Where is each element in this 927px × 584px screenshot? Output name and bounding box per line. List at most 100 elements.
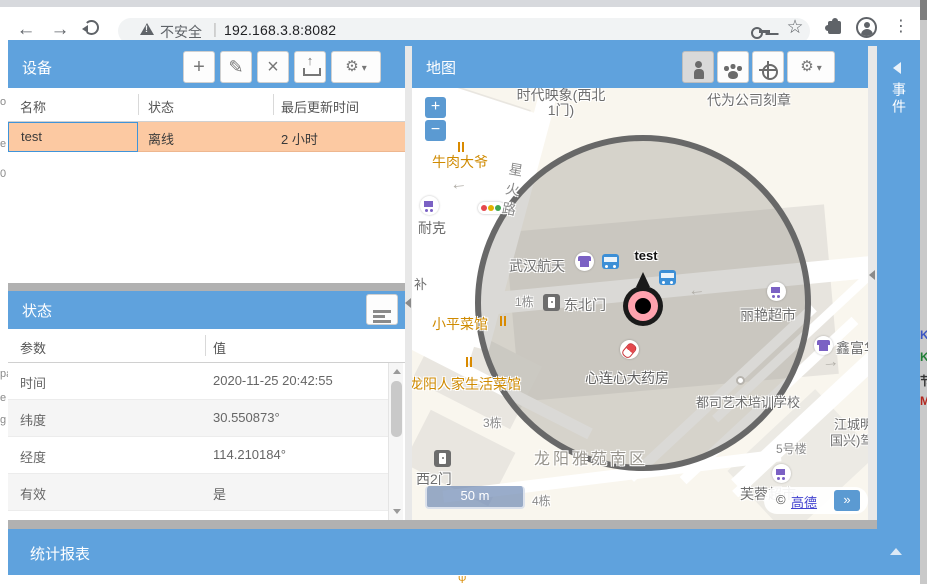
profile-avatar-icon[interactable] (856, 17, 877, 38)
status-value: 2020-11-25 20:42:55 (213, 373, 333, 388)
expand-reports-icon[interactable] (890, 548, 902, 555)
password-key-icon[interactable] (751, 21, 771, 41)
bottom-screen-edge: Ψ (0, 575, 920, 584)
zoom-in-button[interactable]: + (425, 97, 446, 118)
status-param: 有效 (20, 484, 46, 503)
poi-label: 1栋 (515, 293, 534, 310)
poi-label: 龙阳雅苑南区 (534, 445, 648, 469)
scrollbar-thumb[interactable] (391, 381, 402, 437)
extensions-icon[interactable] (828, 21, 841, 34)
devices-panel-title: 设备 (22, 57, 52, 78)
poi-label: 4栋 (532, 492, 551, 509)
map-settings-button[interactable]: ⚙▾ (787, 51, 835, 83)
edge-fragment: pa (0, 368, 8, 380)
column-divider[interactable] (138, 94, 139, 115)
status-panel: 状态 参数 值 时间 2020-11-25 20:42:55 纬度 30.550… (8, 291, 405, 520)
edge-fragment: 节 (920, 372, 927, 389)
device-row[interactable]: test 离线 2 小时 (8, 122, 405, 152)
browser-tab-strip (0, 0, 927, 7)
panel-splitter[interactable] (868, 46, 877, 520)
poi-label: 龙阳人家生活菜馆 (412, 374, 521, 394)
zoom-out-button[interactable]: − (425, 120, 446, 141)
map-panel: 地图 ⚙▾ ← ← → (412, 46, 868, 520)
right-screen-edge: K K 节 M (920, 0, 927, 584)
collapse-left-icon[interactable] (869, 270, 875, 280)
status-panel-header: 状态 (8, 291, 405, 329)
devices-column-headers: 名称 状态 最后更新时间 (8, 88, 405, 122)
status-param: 经度 (20, 447, 46, 466)
follow-devices-button[interactable] (717, 51, 749, 83)
amap-attribution-link[interactable]: 高德 (791, 492, 817, 511)
poi-label: 丽艳超市 (740, 305, 796, 325)
column-header-param[interactable]: 参数 (20, 338, 46, 357)
collapse-left-icon[interactable] (405, 298, 411, 308)
not-secure-label[interactable]: 不安全 (160, 22, 202, 42)
device-lastupdate-cell[interactable]: 2 小时 (281, 129, 318, 148)
address-separator: | (213, 21, 217, 38)
device-marker-label[interactable]: test (621, 248, 671, 263)
poi-label: 5号楼 (776, 440, 807, 457)
scrollbar-fragment (920, 0, 927, 20)
status-row: 精度 0.10 千米 (8, 511, 388, 520)
status-value: 是 (213, 484, 226, 503)
column-header-status[interactable]: 状态 (148, 97, 174, 116)
edge-fragment: o (0, 96, 8, 108)
bookmark-star-icon[interactable]: ☆ (783, 16, 807, 39)
poi-label: 都司艺术培训学校 (696, 392, 800, 411)
status-list-button[interactable] (366, 294, 398, 325)
dropdown-caret-icon: ▾ (362, 63, 367, 74)
shop-cart-icon (772, 464, 791, 483)
device-name-cell[interactable]: test (8, 122, 138, 152)
scroll-up-icon[interactable] (393, 369, 401, 374)
poi-label: 补 (414, 274, 427, 293)
gate-icon (543, 294, 560, 311)
attribution-expand-button[interactable]: » (834, 490, 860, 511)
status-scrollbar[interactable] (388, 363, 403, 520)
paw-icon (724, 64, 742, 80)
map-state-button[interactable] (682, 51, 714, 83)
school-dot-icon (736, 376, 745, 385)
column-header-lastupdate[interactable]: 最后更新时间 (281, 97, 359, 116)
poi-label: 牛肉大爷 (432, 152, 488, 172)
gate-icon (434, 450, 451, 467)
map-panel-title: 地图 (426, 57, 456, 78)
devices-settings-button[interactable]: ⚙▾ (331, 51, 381, 83)
road-arrow-icon: ← (687, 279, 706, 301)
status-panel-title: 状态 (22, 300, 52, 321)
add-device-button[interactable]: + (183, 51, 215, 83)
edge-fragment: e (0, 392, 8, 404)
url-text[interactable]: 192.168.3.8:8082 (224, 22, 336, 38)
reports-bar[interactable]: 统计报表 (8, 529, 920, 575)
edit-device-button[interactable]: ✎ (220, 51, 252, 83)
locate-button[interactable] (752, 51, 784, 83)
events-panel-collapsed[interactable]: 事件 (877, 46, 920, 529)
column-header-value[interactable]: 值 (213, 338, 226, 357)
events-panel-title[interactable]: 事件 (889, 82, 909, 116)
crosshair-icon (759, 61, 777, 79)
poi-label: 代为公司刻章 (707, 90, 791, 110)
status-row: 经度 114.210184° (8, 437, 388, 474)
shop-cart-icon (767, 282, 786, 301)
device-marker[interactable] (623, 286, 663, 326)
column-header-name[interactable]: 名称 (20, 97, 46, 116)
upload-device-button[interactable] (294, 51, 326, 83)
expand-events-icon[interactable] (893, 62, 901, 74)
map-canvas[interactable]: ← ← → 时代映象(西北1门) 代为公司刻章 牛肉大爷 星火路 耐克 武汉航天… (412, 88, 868, 520)
map-fragment-icon: Ψ (458, 575, 466, 584)
status-param: 时间 (20, 373, 46, 392)
browser-menu-icon[interactable]: ⋮ (890, 16, 912, 38)
edge-fragment: K (920, 328, 927, 342)
poi-label: 东北门 (564, 295, 606, 315)
poi-label: 耐克 (418, 218, 446, 238)
scroll-down-icon[interactable] (393, 509, 401, 514)
edge-fragment: K (920, 350, 927, 364)
status-column-headers: 参数 值 (8, 329, 405, 363)
panel-splitter[interactable] (405, 46, 412, 520)
reports-bar-title[interactable]: 统计报表 (30, 543, 90, 564)
pegman-icon (691, 61, 705, 79)
column-divider[interactable] (273, 94, 274, 115)
column-divider[interactable] (205, 335, 206, 356)
device-status-cell[interactable]: 离线 (148, 129, 174, 148)
not-secure-warning-icon[interactable] (140, 23, 154, 35)
remove-device-button[interactable]: × (257, 51, 289, 83)
